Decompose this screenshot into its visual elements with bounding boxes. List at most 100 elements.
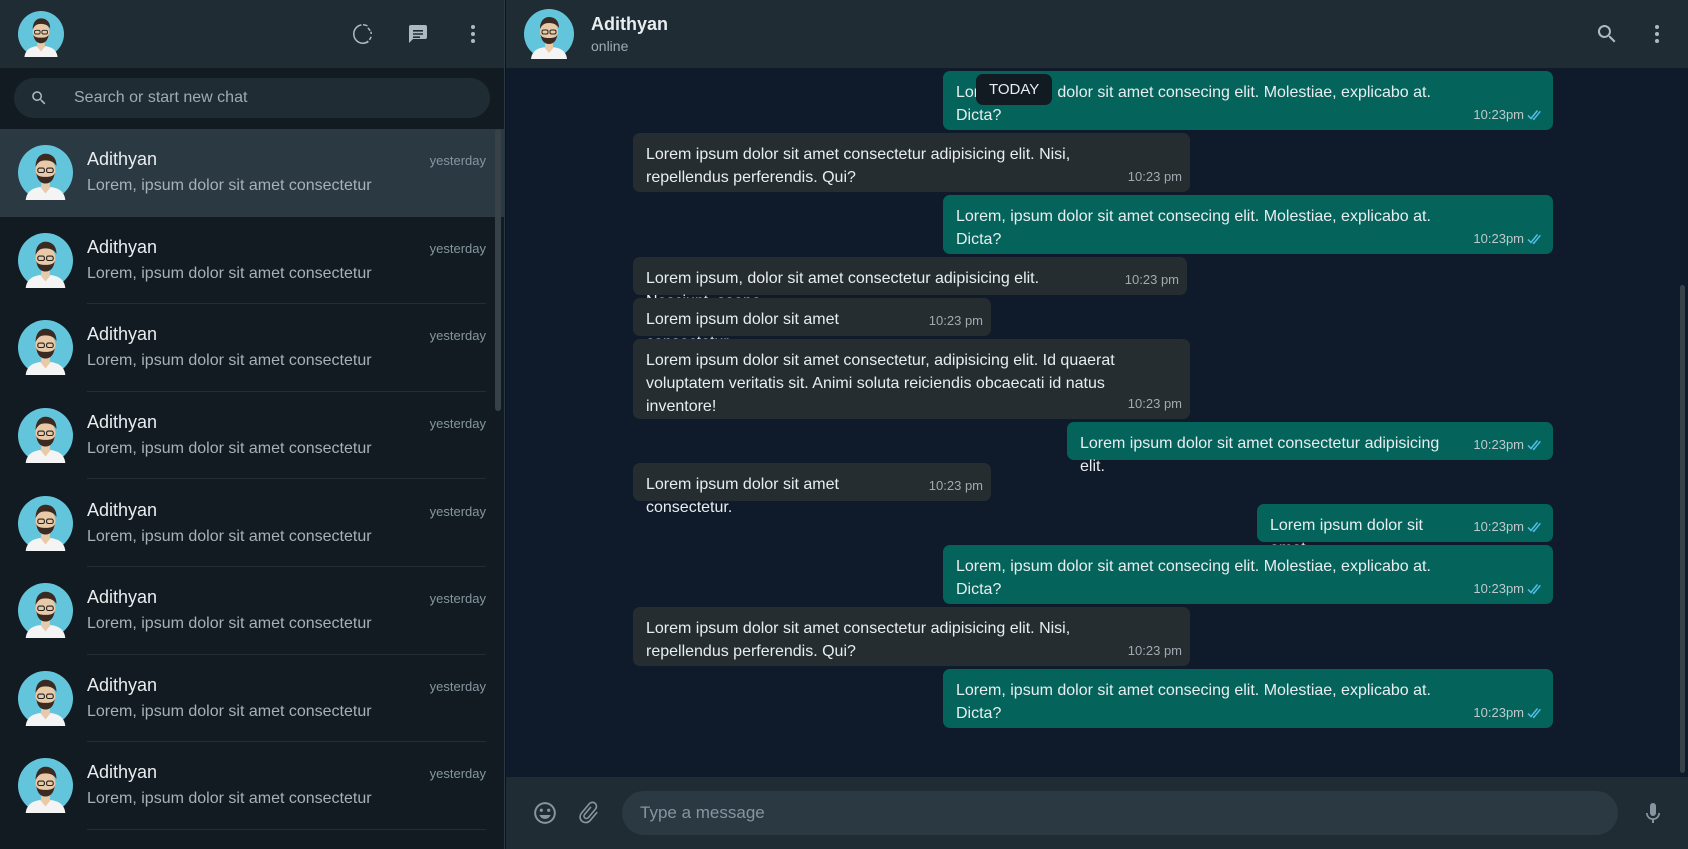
- chat-item-top: Adithyan yesterday: [87, 149, 486, 170]
- chat-item-body: Adithyan yesterday Lorem, ipsum dolor sit …: [87, 217, 486, 305]
- chat-item-body: Adithyan yesterday Lorem, ipsum dolor sit …: [87, 742, 486, 830]
- status-ring-icon[interactable]: [350, 21, 376, 47]
- outgoing-message[interactable]: Lorem, ipsum dolor sit amet consecing el…: [943, 545, 1553, 604]
- message-time: 10:23 pm: [928, 478, 983, 493]
- chat-item-body: Adithyan yesterday Lorem, ipsum dolor sit …: [87, 479, 486, 567]
- chat-avatar: [18, 320, 73, 376]
- message-meta: 10:23 pm: [1128, 392, 1182, 415]
- message-text: Lorem, ipsum dolor sit amet consecing el…: [956, 558, 1431, 598]
- search-icon[interactable]: [1594, 21, 1620, 47]
- double-check-icon: [1527, 233, 1541, 244]
- chat-time: yesterday: [429, 240, 486, 256]
- message-meta: 10:23pm: [1473, 227, 1545, 250]
- contact-info[interactable]: Adithyan online: [591, 14, 668, 54]
- emoji-icon[interactable]: [530, 798, 560, 828]
- chat-list-item[interactable]: Adithyan yesterday Lorem, ipsum dolor sit …: [0, 479, 504, 567]
- double-check-icon: [1527, 109, 1541, 120]
- message-text: Lorem, ipsum dolor sit amet consecing el…: [956, 682, 1431, 722]
- menu-dots-icon[interactable]: [460, 21, 486, 47]
- message-time: 10:23 pm: [1127, 643, 1182, 658]
- message-input[interactable]: [622, 791, 1618, 835]
- contact-name: Adithyan: [591, 14, 669, 34]
- chat-item-top: Adithyan yesterday: [87, 324, 486, 345]
- chat-name: Adithyan: [87, 236, 158, 257]
- message-text: Lorem ipsum dolor sit amet consectetur a…: [646, 146, 1071, 186]
- chat-item-top: Adithyan yesterday: [87, 237, 486, 258]
- chat-item-top: Adithyan yesterday: [87, 412, 486, 433]
- chat-list-item[interactable]: Adithyan yesterday Lorem, ipsum dolor sit …: [0, 392, 504, 480]
- message-text: Lorem ipsum dolor sit amet consectetur a…: [1080, 435, 1440, 475]
- sidebar-scrollbar[interactable]: [495, 129, 501, 411]
- message-meta: 10:23 pm: [929, 474, 983, 497]
- chat-time: yesterday: [429, 416, 486, 432]
- incoming-message[interactable]: Lorem ipsum dolor sit amet consectetur. 1…: [633, 463, 991, 516]
- message-meta: 10:23 pm: [1128, 165, 1182, 188]
- outgoing-message[interactable]: Lorem ipsum dolor sit amet consectetur a…: [1067, 422, 1553, 475]
- message-meta: 10:23pm: [1473, 577, 1545, 600]
- conversation-menu-icon[interactable]: [1644, 21, 1670, 47]
- chat-list-item[interactable]: Adithyan yesterday Lorem, ipsum dolor sit …: [0, 742, 504, 830]
- outgoing-message[interactable]: Lorem, ipsum dolor sit amet consecing el…: [943, 669, 1553, 728]
- chat-preview: Lorem, ipsum dolor sit amet consectetur: [87, 440, 372, 458]
- chat-preview: Lorem, ipsum dolor sit amet consectetur: [87, 702, 372, 720]
- chat-preview: Lorem, ipsum dolor sit amet consectetur: [87, 352, 372, 370]
- chat-preview: Lorem, ipsum dolor sit amet consectetur: [87, 264, 372, 282]
- chat-list-item[interactable]: Adithyan yesterday Lorem, ipsum dolor sit …: [0, 129, 504, 217]
- incoming-message[interactable]: Lorem ipsum dolor sit amet consectetur a…: [633, 607, 1190, 666]
- my-avatar[interactable]: [18, 11, 64, 57]
- search-area: [0, 68, 504, 130]
- search-box[interactable]: [14, 78, 490, 118]
- contact-status: online: [591, 38, 629, 54]
- chat-item-top: Adithyan yesterday: [87, 500, 486, 521]
- message-meta: 10:23 pm: [1128, 639, 1182, 662]
- conversation-scrollbar[interactable]: [1680, 285, 1685, 773]
- message-time: 10:23 pm: [1124, 272, 1179, 287]
- chat-item-body: Adithyan yesterday Lorem, ipsum dolor sit …: [87, 567, 486, 655]
- outgoing-message[interactable]: Lorem ipsum dolor sit amet.10:23pm: [1257, 504, 1553, 557]
- message-text: Lorem ipsum dolor sit amet consectetur.: [646, 476, 839, 516]
- chat-avatar: [18, 145, 73, 201]
- chat-list-item[interactable]: Adithyan yesterday Lorem, ipsum dolor sit …: [0, 655, 504, 743]
- incoming-message[interactable]: Lorem ipsum dolor sit amet consectetur.1…: [633, 298, 991, 351]
- message-meta: 10:23 pm: [1125, 268, 1179, 291]
- message-time: 10:23pm: [1473, 519, 1524, 534]
- chat-time: yesterday: [429, 503, 486, 519]
- chat-list-item[interactable]: Adithyan yesterday Lorem, ipsum dolor sit …: [0, 217, 504, 305]
- search-input[interactable]: [74, 89, 454, 107]
- message-time: 10:23 pm: [1127, 396, 1182, 411]
- message-time: 10:23pm: [1473, 705, 1524, 720]
- incoming-message[interactable]: Lorem ipsum, dolor sit amet consectetur …: [633, 257, 1187, 310]
- conversation-panel: Adithyan online TODAY Lorem, ipsum dolor…: [506, 0, 1688, 849]
- conversation-header: Adithyan online: [506, 0, 1688, 68]
- sidebar-header: [0, 0, 504, 68]
- message-text: Lorem ipsum dolor sit amet consectetur, …: [646, 352, 1115, 415]
- chat-list-item[interactable]: Adithyan yesterday Lorem, ipsum dolor sit …: [0, 304, 504, 392]
- message-meta: 10:23pm: [1473, 701, 1545, 724]
- sidebar: Adithyan yesterday Lorem, ipsum dolor sit …: [0, 0, 505, 849]
- message-area[interactable]: TODAY Lorem, ipsum dolor sit amet consec…: [506, 68, 1688, 777]
- chat-preview: Lorem, ipsum dolor sit amet consectetur: [87, 177, 372, 195]
- incoming-message[interactable]: Lorem ipsum dolor sit amet consectetur a…: [633, 133, 1190, 192]
- chat-avatar: [18, 670, 73, 726]
- microphone-icon[interactable]: [1638, 798, 1668, 828]
- message-text: Lorem, ipsum dolor sit amet consecing el…: [956, 208, 1431, 248]
- outgoing-message[interactable]: Lorem, ipsum dolor sit amet consecing el…: [943, 195, 1553, 254]
- chat-avatar: [18, 583, 73, 639]
- chat-preview: Lorem, ipsum dolor sit amet consectetur: [87, 790, 372, 808]
- paperclip-icon[interactable]: [574, 798, 604, 828]
- new-chat-icon[interactable]: [405, 21, 431, 47]
- chat-list-item[interactable]: Adithyan yesterday Lorem, ipsum dolor sit …: [0, 567, 504, 655]
- date-divider: TODAY: [976, 74, 1053, 105]
- composer: [506, 777, 1688, 849]
- chat-avatar: [18, 408, 73, 464]
- double-check-icon: [1527, 439, 1541, 450]
- contact-avatar[interactable]: [524, 9, 574, 59]
- chat-time: yesterday: [429, 328, 486, 344]
- chat-name: Adithyan: [87, 674, 158, 695]
- message-time: 10:23 pm: [928, 313, 983, 328]
- message-time: 10:23pm: [1473, 231, 1524, 246]
- double-check-icon: [1527, 707, 1541, 718]
- chat-preview: Lorem, ipsum dolor sit amet consectetur: [87, 615, 372, 633]
- incoming-message[interactable]: Lorem ipsum dolor sit amet consectetur, …: [633, 339, 1190, 419]
- chat-avatar: [18, 495, 73, 551]
